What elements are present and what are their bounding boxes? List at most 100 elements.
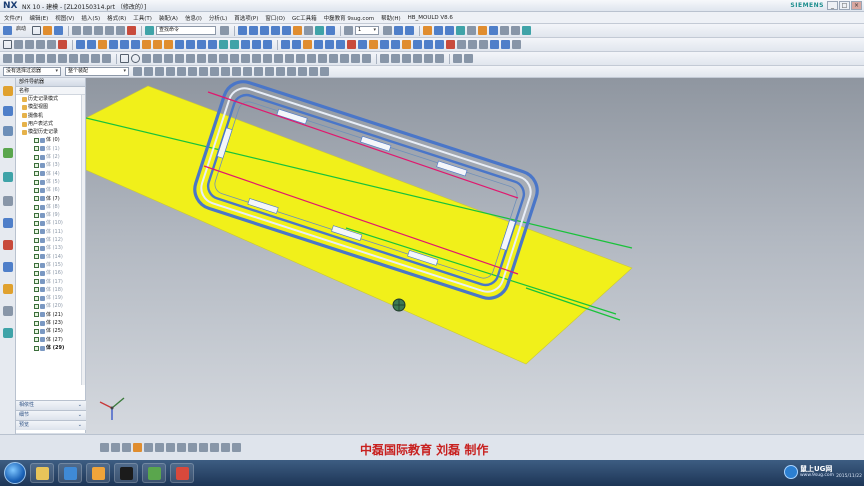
make-corner-icon[interactable] [186, 54, 195, 63]
tree-node-body[interactable]: 体 (19) [16, 294, 85, 302]
snap-control-icon[interactable] [232, 67, 241, 76]
menu-item-11[interactable]: GC工具箱 [292, 14, 317, 22]
intersection-point-icon[interactable] [47, 54, 56, 63]
show-icon[interactable] [445, 26, 455, 35]
measure-distance-icon[interactable] [221, 443, 230, 452]
auto-constraints-icon[interactable] [296, 54, 305, 63]
pad-icon[interactable] [131, 40, 140, 49]
snap-bounded-icon[interactable] [309, 67, 318, 76]
visibility-checkbox[interactable] [34, 146, 39, 152]
boss-icon[interactable] [109, 40, 118, 49]
hidden-icon[interactable] [210, 443, 219, 452]
layer-visibility-icon[interactable] [383, 26, 393, 35]
text-icon[interactable] [380, 54, 389, 63]
tree-node-folder[interactable]: 模型视图 [16, 103, 85, 111]
visibility-checkbox[interactable] [34, 320, 39, 326]
work-layer-select[interactable]: 1 ▾ [355, 26, 380, 35]
tree-node-body[interactable]: 体 (15) [16, 261, 85, 269]
extract-icon[interactable] [369, 40, 378, 49]
close-button[interactable]: × [851, 1, 862, 10]
chamfer-icon[interactable] [186, 40, 195, 49]
delete-icon[interactable] [127, 26, 137, 35]
type-filter-select[interactable]: 没有选择过滤器 ▾ [3, 67, 61, 76]
selection-intent-icon[interactable] [100, 443, 109, 452]
hide-icon[interactable] [434, 26, 444, 35]
offset-surface-icon[interactable] [380, 40, 389, 49]
visibility-checkbox[interactable] [34, 279, 39, 285]
circle-icon[interactable] [131, 54, 140, 63]
geometric-constraints-icon[interactable] [285, 54, 294, 63]
visibility-checkbox[interactable] [34, 237, 39, 243]
unite-icon[interactable] [142, 40, 151, 49]
tree-node-folder[interactable]: 摄像机 [16, 112, 85, 120]
tree-node-folder[interactable]: 用户表达式 [16, 120, 85, 128]
center-point-icon[interactable] [58, 54, 67, 63]
visibility-checkbox[interactable] [34, 328, 39, 334]
pull-face-icon[interactable] [325, 40, 334, 49]
spline-icon[interactable] [479, 40, 488, 49]
visibility-checkbox[interactable] [34, 262, 39, 268]
mirror-curve-icon[interactable] [208, 54, 217, 63]
helix-icon[interactable] [391, 54, 400, 63]
studio-surface-icon[interactable] [446, 40, 455, 49]
ruled-icon[interactable] [435, 40, 444, 49]
tree-node-body[interactable]: 体 (18) [16, 286, 85, 294]
extrude-icon[interactable] [76, 40, 85, 49]
taskbar-app-console[interactable] [114, 463, 138, 483]
tree-node-folder[interactable]: 历史记录模式 [16, 95, 85, 103]
isoparametric-icon[interactable] [435, 54, 444, 63]
copy-icon[interactable] [105, 26, 115, 35]
class-selection-icon[interactable] [177, 443, 186, 452]
split-body-icon[interactable] [230, 40, 239, 49]
tree-node-body[interactable]: 体 (5) [16, 178, 85, 186]
pattern-icon[interactable] [252, 40, 261, 49]
paste-icon[interactable] [116, 26, 126, 35]
follow-fillet-icon[interactable] [199, 67, 208, 76]
visibility-checkbox[interactable] [34, 187, 39, 193]
snap-pole-icon[interactable] [320, 67, 329, 76]
subtract-icon[interactable] [153, 40, 162, 49]
tree-node-body[interactable]: 体 (12) [16, 236, 85, 244]
sketch-icon[interactable] [3, 40, 12, 49]
tree-node-body[interactable]: 体 (1) [16, 145, 85, 153]
face-select-icon[interactable] [166, 67, 175, 76]
measure-icon[interactable] [500, 26, 510, 35]
menu-item-4[interactable]: 格式(R) [107, 14, 126, 22]
snap-point-icon[interactable] [3, 54, 12, 63]
pattern-curve-icon[interactable] [230, 54, 239, 63]
navigator-scrollbar[interactable] [81, 95, 85, 385]
tree-node-body[interactable]: 体 (16) [16, 269, 85, 277]
reset-filter-icon[interactable] [144, 67, 153, 76]
thicken-icon[interactable] [336, 40, 345, 49]
redo-icon[interactable] [83, 26, 93, 35]
stop-at-intersection-icon[interactable] [188, 67, 197, 76]
start-icon[interactable] [3, 26, 12, 35]
tree-node-folder[interactable]: 模型历史记录 [16, 128, 85, 136]
visibility-checkbox[interactable] [34, 154, 39, 160]
tree-node-body[interactable]: 体 (9) [16, 211, 85, 219]
control-point-icon[interactable] [36, 54, 45, 63]
menu-item-10[interactable]: 窗口(O) [265, 14, 285, 22]
snap-on-face-icon[interactable] [298, 67, 307, 76]
visibility-checkbox[interactable] [34, 179, 39, 185]
dimension-icon[interactable] [274, 54, 283, 63]
taskbar-app-nx[interactable] [142, 463, 166, 483]
deselect-all-icon[interactable] [199, 443, 208, 452]
project-curve-icon[interactable] [501, 40, 510, 49]
pan-icon[interactable] [271, 26, 281, 35]
snap-center-icon[interactable] [254, 67, 263, 76]
tree-node-body[interactable]: 体 (17) [16, 278, 85, 286]
taskbar-app-folder[interactable] [30, 463, 54, 483]
tree-node-body[interactable]: 体 (2) [16, 153, 85, 161]
tree-node-body[interactable]: 体 (25) [16, 327, 85, 335]
orient-view-icon[interactable] [282, 26, 292, 35]
cut-icon[interactable] [94, 26, 104, 35]
show-hide-icon[interactable] [423, 26, 433, 35]
visibility-checkbox[interactable] [34, 196, 39, 202]
tree-node-body[interactable]: 体 (3) [16, 161, 85, 169]
constraints-icon[interactable] [263, 54, 272, 63]
point-on-curve-icon[interactable] [91, 54, 100, 63]
tree-node-body[interactable]: 体 (21) [16, 311, 85, 319]
tree-node-body[interactable]: 体 (8) [16, 203, 85, 211]
point-icon[interactable] [36, 40, 45, 49]
